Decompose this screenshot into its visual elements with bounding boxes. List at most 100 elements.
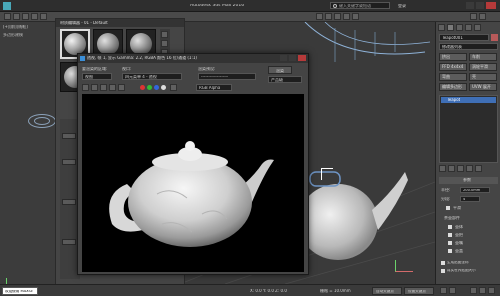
configure-icon[interactable] <box>475 165 482 172</box>
rollout-btn-1[interactable] <box>62 133 76 139</box>
modifier-list-label[interactable]: 修改器列表 <box>442 45 462 49</box>
object-name[interactable]: Teapot001 <box>442 36 463 40</box>
render-setup-icon[interactable] <box>470 13 477 20</box>
display-tab-icon[interactable] <box>474 24 481 31</box>
gen-mapping-checkbox[interactable] <box>441 261 445 265</box>
auto-key-label[interactable]: 自动关键点 <box>376 290 394 294</box>
left-viewport[interactable]: [+][前][线框] 多边形建模 <box>0 22 60 288</box>
mod-btn-2[interactable]: FFD 4x4x4 <box>439 63 467 71</box>
smooth-checkbox[interactable] <box>446 206 450 210</box>
red-channel-icon[interactable] <box>140 85 145 90</box>
undo-icon[interactable] <box>4 13 11 20</box>
render-min-icon[interactable] <box>280 55 287 61</box>
viewport-dropdown[interactable]: 四元菜单 4 - 透视 <box>122 73 182 80</box>
pan-icon[interactable] <box>488 287 495 294</box>
mod-btn-0[interactable]: 挤出 <box>439 53 467 61</box>
redo-icon[interactable] <box>13 13 20 20</box>
stack-item-selected[interactable]: Teapot <box>441 97 496 103</box>
part-handle-checkbox[interactable] <box>448 233 452 237</box>
part-body-checkbox[interactable] <box>448 225 452 229</box>
hierarchy-tab-icon[interactable] <box>456 24 463 31</box>
make-unique-icon[interactable] <box>457 165 464 172</box>
select-icon[interactable] <box>31 13 38 20</box>
mod-btn-4[interactable]: 弯曲 <box>439 73 467 81</box>
alpha-channel-icon[interactable] <box>161 85 166 90</box>
output-dropdown[interactable]: 产品级 <box>268 76 302 83</box>
mono-icon[interactable] <box>170 84 177 91</box>
maximize-icon[interactable] <box>476 2 484 9</box>
motion-tab-icon[interactable] <box>465 24 472 31</box>
mod-btn-3[interactable]: 涡轮平滑 <box>469 63 497 71</box>
segments-value[interactable]: 4 <box>463 198 465 202</box>
mirror-icon[interactable] <box>343 13 350 20</box>
rollout-btn-4[interactable] <box>62 239 76 245</box>
object-name-field[interactable]: Teapot001 <box>439 34 489 41</box>
area-dropdown[interactable]: 视图 <box>82 73 112 80</box>
move-icon[interactable] <box>40 13 47 20</box>
next-frame-icon[interactable] <box>449 287 456 294</box>
blue-channel-icon[interactable] <box>154 85 159 90</box>
minimize-icon[interactable] <box>466 2 474 9</box>
show-end-icon[interactable] <box>448 165 455 172</box>
print-icon[interactable] <box>109 84 116 91</box>
clear-icon[interactable] <box>118 84 125 91</box>
modifier-list-dropdown[interactable]: 修改器列表 <box>439 43 498 50</box>
rollout-btn-3[interactable] <box>62 199 76 205</box>
search-box[interactable]: 键入关键字或短语 <box>330 2 390 9</box>
radius-field[interactable]: 200.0mm <box>460 187 490 193</box>
mod-btn-7[interactable]: UVW 展开 <box>469 83 497 91</box>
app-logo-icon[interactable] <box>3 2 11 10</box>
render-button[interactable]: 渲染 <box>268 66 292 74</box>
object-color-swatch[interactable] <box>491 34 498 41</box>
segments-field[interactable]: 4 <box>460 196 480 202</box>
maxscript-text[interactable]: 欢迎使用 MAXSc <box>5 290 33 294</box>
rotate-icon[interactable] <box>316 13 323 20</box>
mod-btn-5[interactable]: 壳 <box>469 73 497 81</box>
render-max-icon[interactable] <box>289 55 296 61</box>
stack-item-label[interactable]: Teapot <box>447 98 460 102</box>
render-close-icon[interactable] <box>298 55 306 61</box>
viewport-value[interactable]: 四元菜单 4 - 透视 <box>125 75 157 79</box>
link-icon[interactable] <box>22 13 29 20</box>
part-lid-checkbox[interactable] <box>448 249 452 253</box>
render-icon[interactable] <box>479 13 486 20</box>
area-value[interactable]: 视图 <box>85 75 93 79</box>
remove-modifier-icon[interactable] <box>466 165 473 172</box>
viewport-label[interactable]: [+][前][线框] <box>3 25 28 29</box>
play-icon[interactable] <box>440 287 447 294</box>
maxscript-listener[interactable]: 欢迎使用 MAXSc <box>2 287 38 295</box>
render-button-label[interactable]: 渲染 <box>276 69 284 73</box>
preset-value[interactable]: ------------------- <box>201 75 228 79</box>
zoom-icon[interactable] <box>470 287 477 294</box>
output-value[interactable]: 产品级 <box>271 78 283 82</box>
create-tab-icon[interactable] <box>438 24 445 31</box>
search-input[interactable]: 键入关键字或短语 <box>339 4 371 8</box>
params-header[interactable]: 参数 <box>439 177 498 184</box>
rollout-btn-2[interactable] <box>62 159 76 165</box>
copy-image-icon[interactable] <box>91 84 98 91</box>
green-channel-icon[interactable] <box>147 85 152 90</box>
save-image-icon[interactable] <box>82 84 89 91</box>
real-world-checkbox[interactable] <box>441 269 445 273</box>
pin-stack-icon[interactable] <box>439 165 446 172</box>
auto-key-button[interactable]: 自动关键点 <box>372 287 402 295</box>
set-key-label[interactable]: 设置关键点 <box>408 290 426 294</box>
modifier-stack[interactable]: Teapot <box>439 95 498 163</box>
set-key-button[interactable]: 设置关键点 <box>404 287 434 295</box>
scale-icon[interactable] <box>325 13 332 20</box>
sample-type-icon[interactable] <box>161 31 168 38</box>
part-spout-checkbox[interactable] <box>448 241 452 245</box>
mod-btn-6[interactable]: 编辑多边形 <box>439 83 467 91</box>
orbit-icon[interactable] <box>479 287 486 294</box>
channel-value[interactable]: RGB Alpha <box>199 86 220 90</box>
sign-in-link[interactable]: 登录 <box>398 4 406 8</box>
backlight-icon[interactable] <box>161 40 168 47</box>
snap-icon[interactable] <box>334 13 341 20</box>
modify-tab-icon[interactable] <box>447 24 454 31</box>
mod-btn-1[interactable]: 车削 <box>469 53 497 61</box>
params-header-label[interactable]: 参数 <box>463 178 471 182</box>
preset-dropdown[interactable]: ------------------- <box>198 73 256 80</box>
channel-dropdown[interactable]: RGB Alpha <box>196 84 232 91</box>
clone-window-icon[interactable] <box>100 84 107 91</box>
radius-value[interactable]: 200.0mm <box>463 189 480 193</box>
